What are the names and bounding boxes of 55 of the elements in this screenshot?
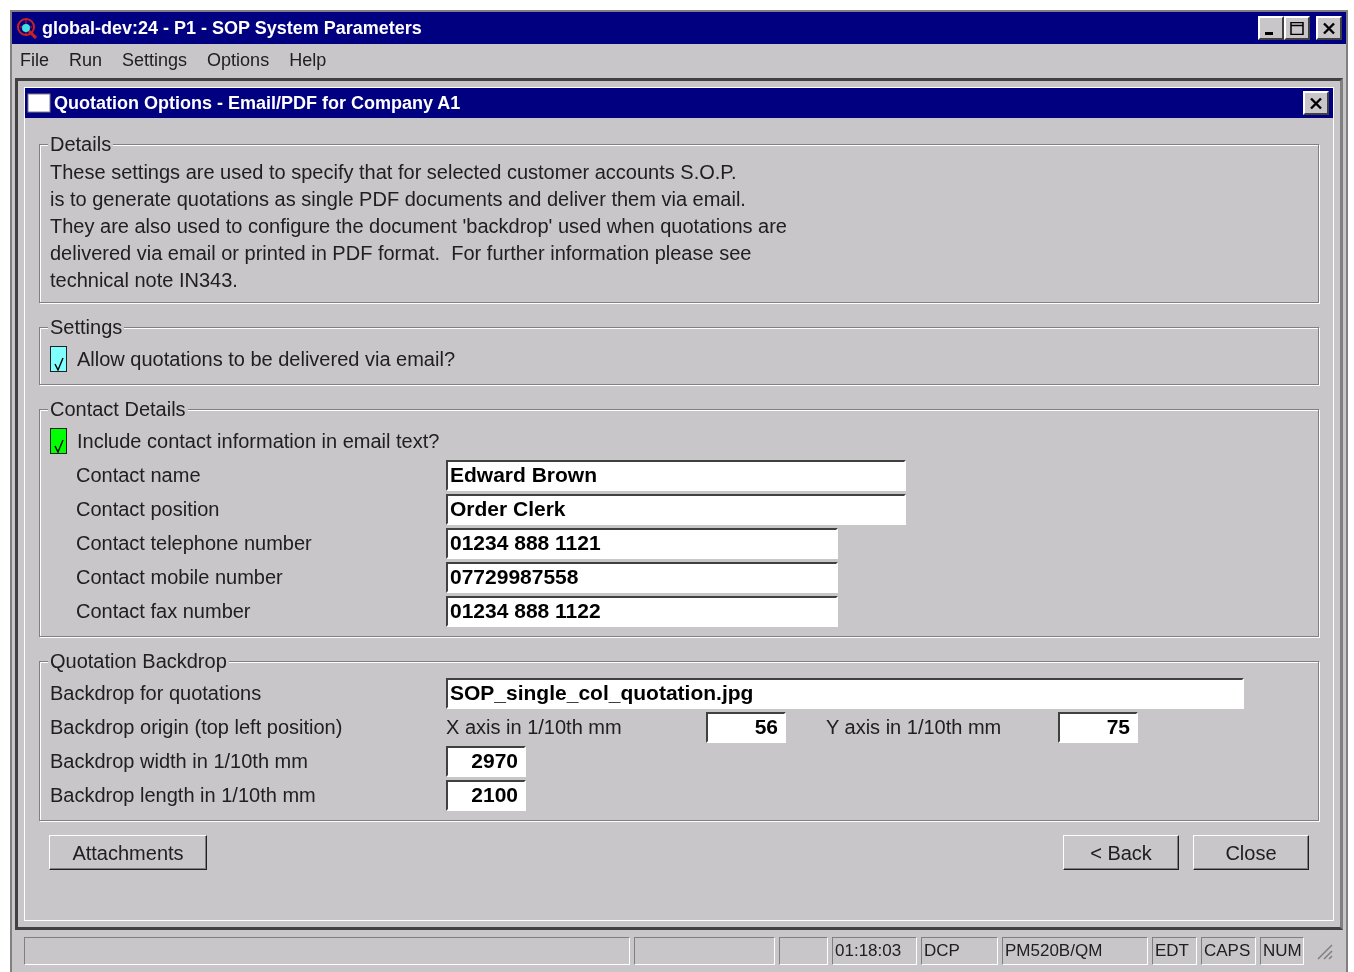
field-label: Backdrop length in 1/10th mm: [50, 783, 317, 808]
field-label: Contact position: [75, 497, 221, 522]
window-icon: [27, 93, 51, 113]
field-label: Contact telephone number: [75, 531, 313, 556]
input-field[interactable]: 2970: [446, 745, 526, 777]
field-label: Backdrop for quotations: [50, 681, 263, 706]
dialog-button[interactable]: Close: [1193, 835, 1309, 870]
axis-label: X axis in 1/10th mm: [446, 715, 623, 740]
status-panel: PM520B/QM: [1002, 937, 1148, 965]
status-panel: CAPS: [1201, 937, 1256, 965]
checkbox-label: Allow quotations to be delivered via email?: [77, 347, 455, 372]
input-field[interactable]: 01234 888 1122: [446, 595, 838, 627]
dialog-title: Quotation Options - Email/PDF for Company A1: [54, 91, 462, 115]
input-field[interactable]: 75: [1058, 711, 1138, 743]
input-field[interactable]: 07729987558: [446, 561, 838, 593]
input-field[interactable]: SOP_single_col_quotation.jpg: [446, 677, 1244, 709]
field-label: Contact name: [75, 463, 202, 488]
minimize-button[interactable]: [1258, 16, 1284, 40]
input-field[interactable]: Order Clerk: [446, 493, 906, 525]
minimize-icon: [1265, 31, 1273, 35]
close-icon: [1309, 96, 1323, 110]
input-field[interactable]: 56: [706, 711, 786, 743]
window-title: global-dev:24 - P1 - SOP System Parameters: [42, 16, 423, 40]
input-field[interactable]: 2100: [446, 779, 526, 811]
status-panel: NUM: [1260, 937, 1304, 965]
axis-label: Y axis in 1/10th mm: [825, 715, 1003, 740]
input-field[interactable]: Edward Brown: [446, 459, 906, 491]
close-button[interactable]: [1303, 91, 1329, 115]
checkbox-label: Include contact information in email text?: [77, 429, 440, 454]
menu-item[interactable]: Options: [207, 46, 270, 74]
field-label: Backdrop width in 1/10th mm: [50, 749, 309, 774]
input-field[interactable]: 01234 888 1121: [446, 527, 838, 559]
check-icon: [53, 357, 64, 371]
dialog-button[interactable]: < Back: [1063, 835, 1179, 870]
menu-item[interactable]: File: [20, 46, 49, 74]
dialog-button[interactable]: Attachments: [49, 835, 207, 870]
checkbox[interactable]: [50, 346, 67, 372]
check-icon: [53, 439, 64, 453]
status-panel: 01:18:03: [832, 937, 917, 965]
app-icon: [16, 17, 38, 39]
field-label: Contact fax number: [75, 599, 252, 624]
status-panel: [779, 937, 828, 965]
maximize-button[interactable]: [1284, 16, 1310, 40]
close-icon: [1322, 21, 1336, 35]
menu-item[interactable]: Help: [289, 46, 327, 74]
field-label: Contact mobile number: [75, 565, 284, 590]
details-text: These settings are used to specify that for selected customer accounts S.O.P. is to generate quotations as single PDF documents and deliver them via email. They are also used to configure the document 'backdrop' used when quotations are delivered via email or printed in PDF format. For further information please see technical note IN343.: [50, 160, 788, 293]
field-label: Backdrop origin (top left position): [50, 715, 344, 740]
menu-item[interactable]: Run: [69, 46, 103, 74]
maximize-icon: [1290, 21, 1304, 35]
status-panel: EDT: [1152, 937, 1197, 965]
checkbox[interactable]: [50, 428, 67, 454]
close-button[interactable]: [1316, 16, 1342, 40]
status-panel: DCP: [921, 937, 998, 965]
menu-item[interactable]: Settings: [122, 46, 188, 74]
